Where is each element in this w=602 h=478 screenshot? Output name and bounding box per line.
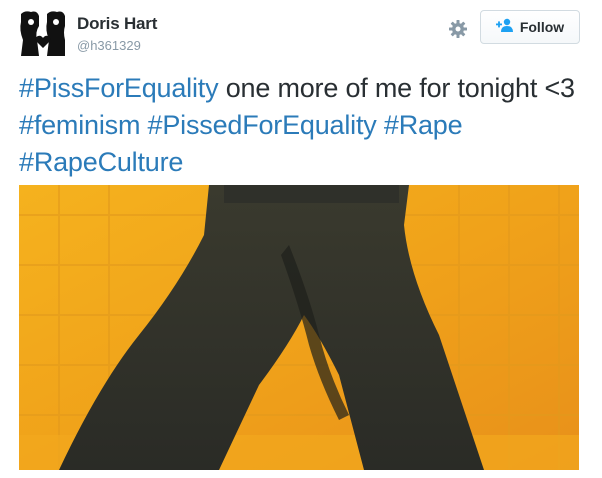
- tweet-text-segment: one more of me for tonight <3: [218, 73, 575, 103]
- follow-button-label: Follow: [519, 19, 565, 35]
- gear-icon[interactable]: [446, 17, 470, 41]
- avatar[interactable]: [19, 10, 67, 58]
- hashtag-link[interactable]: #PissForEquality: [19, 73, 219, 103]
- hashtag-link[interactable]: #feminism: [19, 110, 140, 140]
- follow-button[interactable]: Follow: [480, 10, 580, 44]
- user-handle[interactable]: @h361329: [77, 38, 141, 53]
- display-name[interactable]: Doris Hart: [77, 14, 157, 34]
- hashtag-link[interactable]: #Rape: [384, 110, 463, 140]
- hashtag-link[interactable]: #RapeCulture: [19, 147, 183, 177]
- tweet-photo-image: [19, 185, 579, 470]
- hashtag-link[interactable]: #PissedForEquality: [148, 110, 377, 140]
- avatar-image: [19, 10, 67, 58]
- tweet-photo[interactable]: [19, 185, 579, 470]
- add-user-icon: [495, 18, 514, 37]
- tweet-text: #PissForEquality one more of me for toni…: [19, 70, 589, 181]
